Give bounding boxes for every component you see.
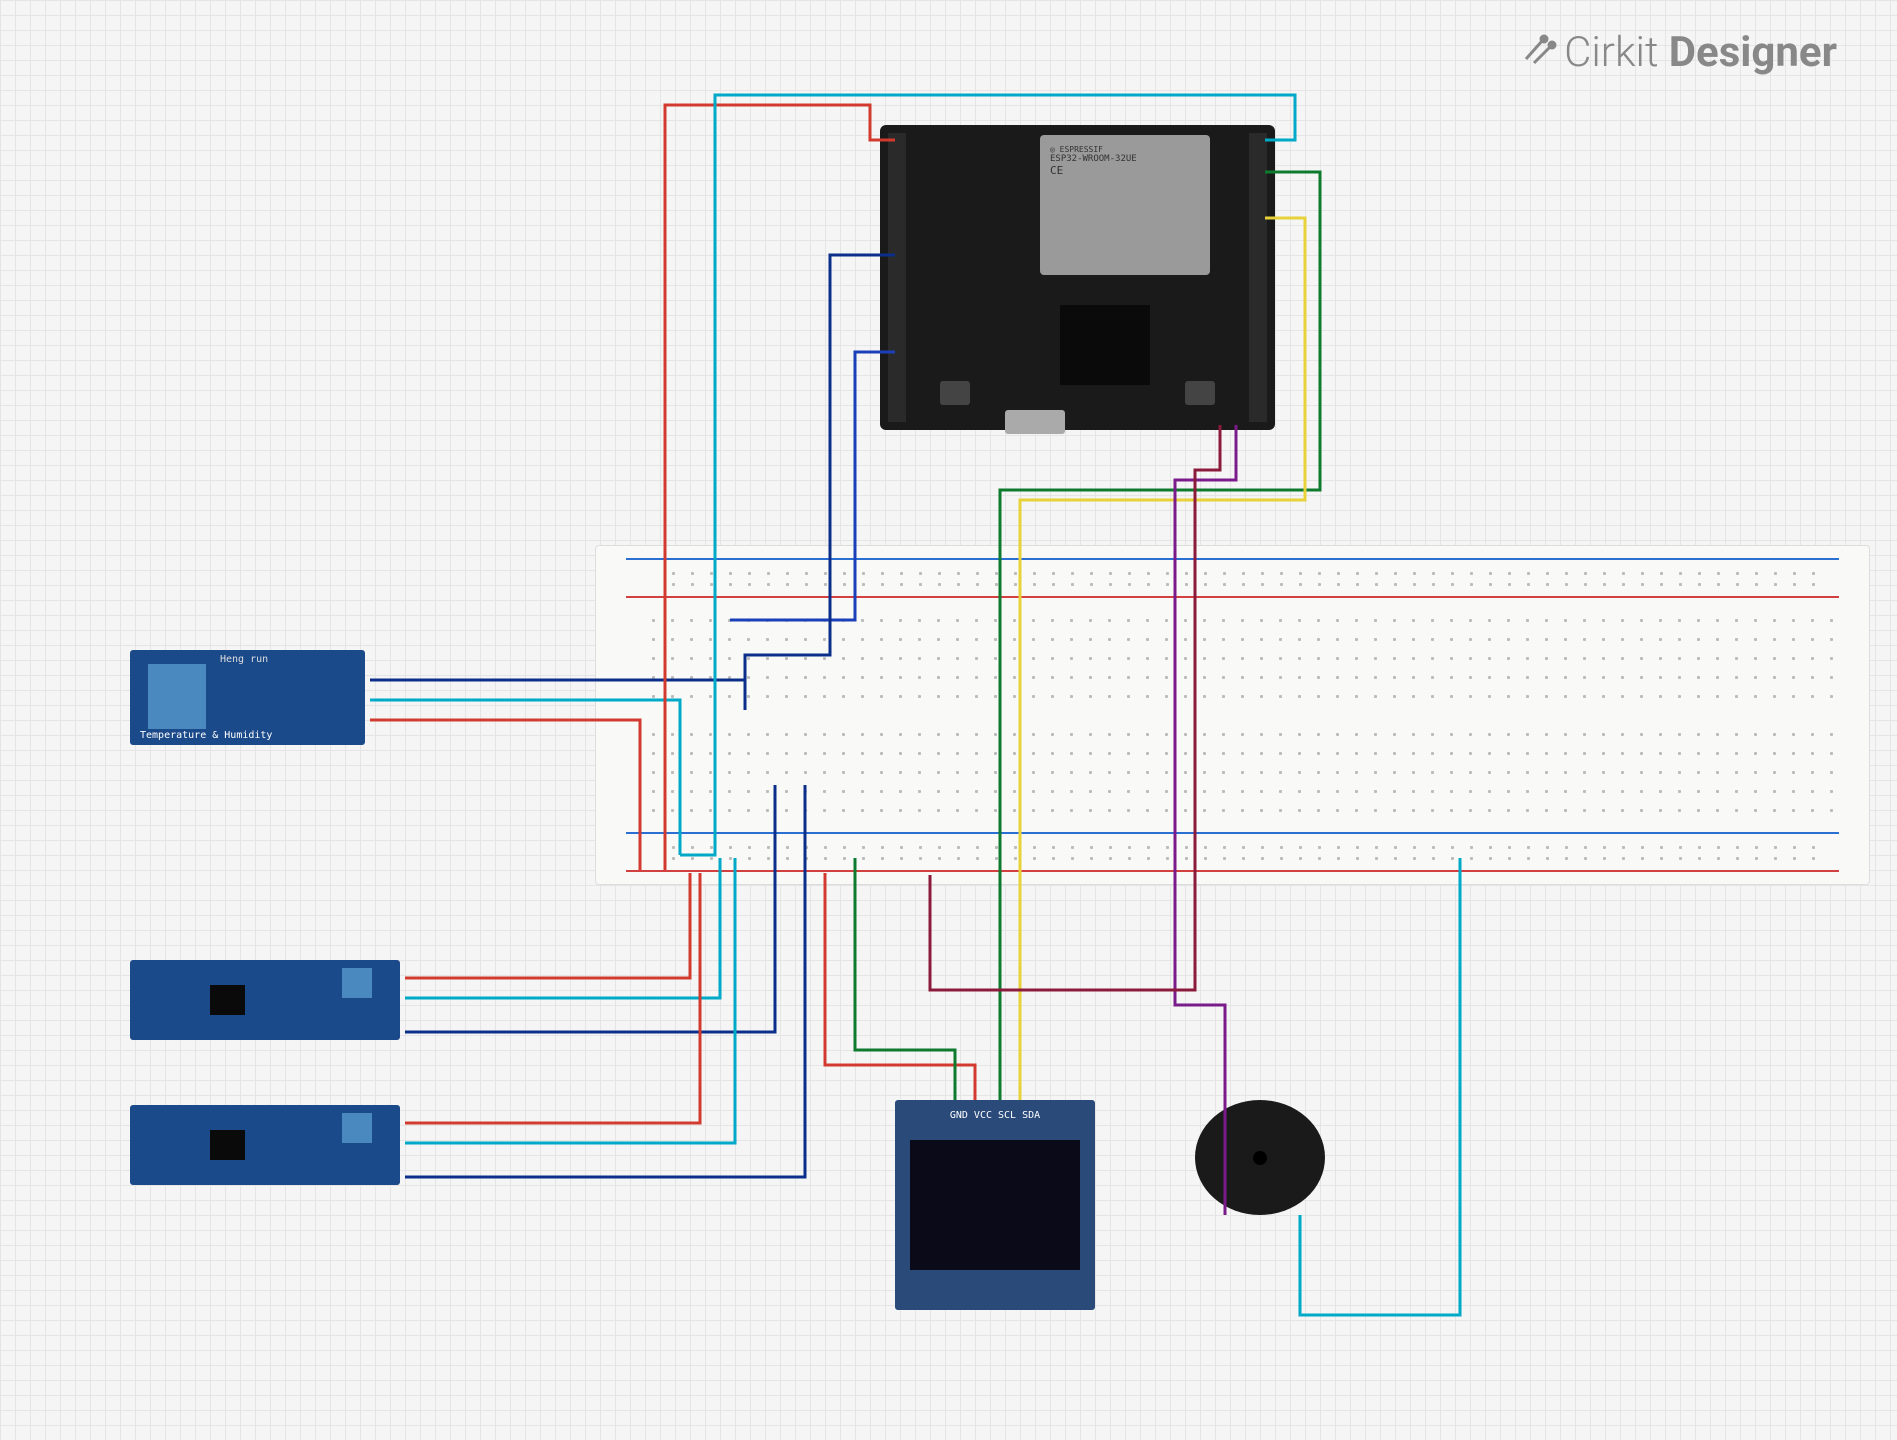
wire-mh2-vcc <box>405 873 700 1123</box>
cirkit-logo-icon <box>1518 29 1558 80</box>
oled-display[interactable]: GND VCC SCL SDA <box>895 1100 1095 1310</box>
breadboard[interactable] <box>595 545 1870 885</box>
esp32-devkit[interactable]: ◎ ESPRESSIF ESP32-WROOM-32UE CE <box>880 125 1275 430</box>
wire-oled-vcc <box>825 873 975 1100</box>
esp32-pins-right <box>1249 133 1267 422</box>
app-watermark: Cirkit Designer <box>1518 28 1837 80</box>
wire-buzzer-gnd <box>1300 858 1460 1315</box>
rail-positive-line <box>626 870 1839 872</box>
esp32-pins-left <box>888 133 906 422</box>
potentiometer[interactable] <box>342 1113 372 1143</box>
oled-screen <box>910 1140 1080 1270</box>
watermark-prefix: Cirkit <box>1564 28 1669 77</box>
esp32-usb-port <box>1005 410 1065 434</box>
dht11-sensor-body <box>148 664 206 729</box>
comparator-chip <box>210 985 245 1015</box>
comparator-chip <box>210 1130 245 1160</box>
breadboard-bottom-rail <box>616 828 1849 876</box>
breadboard-center-gap <box>616 706 1849 724</box>
rail-positive-line <box>626 596 1839 598</box>
rail-holes <box>664 842 1829 864</box>
piezo-buzzer[interactable] <box>1195 1100 1325 1215</box>
oled-pin-labels: GND VCC SCL SDA <box>895 1110 1095 1121</box>
mh-sensor-module-1[interactable] <box>130 960 400 1040</box>
wire-3v3-rail <box>665 105 895 595</box>
rail-negative-line <box>626 558 1839 560</box>
esp32-shield-label: ◎ ESPRESSIF ESP32-WROOM-32UE CE <box>1050 145 1137 177</box>
potentiometer[interactable] <box>342 968 372 998</box>
breadboard-top-rail <box>616 554 1849 602</box>
rail-holes <box>664 568 1829 590</box>
dht11-label: Temperature & Humidity <box>140 730 272 741</box>
wire-mh1-vcc <box>405 873 690 978</box>
esp32-en-button[interactable] <box>940 381 970 405</box>
esp32-soc-chip <box>1060 305 1150 385</box>
watermark-strong: Designer <box>1669 28 1837 77</box>
esp32-boot-button[interactable] <box>1185 381 1215 405</box>
dht11-top-label: Heng run <box>220 654 268 665</box>
wire-oled-gnd <box>855 858 955 1100</box>
dht11-module[interactable]: Heng run Temperature & Humidity <box>130 650 365 745</box>
wire-mh2-gnd <box>405 858 735 1143</box>
mh-sensor-module-2[interactable] <box>130 1105 400 1185</box>
rail-negative-line <box>626 832 1839 834</box>
